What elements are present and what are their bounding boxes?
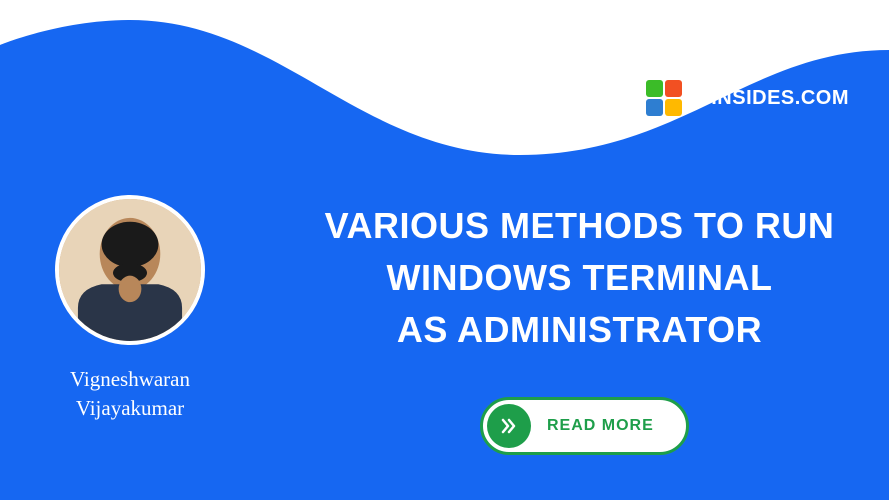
article-headline: VARIOUS METHODS TO RUN WINDOWS TERMINAL … (270, 200, 889, 357)
read-more-button[interactable]: READ MORE (480, 397, 689, 455)
author-avatar (55, 195, 205, 345)
author-block: Vigneshwaran Vijayakumar (40, 195, 220, 424)
chevron-right-icon (487, 404, 531, 448)
author-name-line2: Vijayakumar (76, 396, 184, 420)
brand-logo[interactable]: WINSIDES.COM (646, 80, 849, 116)
headline-line1: VARIOUS METHODS TO RUN (325, 205, 835, 246)
author-name: Vigneshwaran Vijayakumar (40, 365, 220, 424)
headline-line2: WINDOWS TERMINAL (387, 257, 773, 298)
headline-line3: AS ADMINISTRATOR (397, 309, 762, 350)
cta-label: READ MORE (547, 417, 654, 435)
brand-name: WINSIDES.COM (692, 87, 849, 110)
cta-container: READ MORE (480, 397, 689, 455)
author-name-line1: Vigneshwaran (70, 367, 190, 391)
windows-logo-icon (646, 80, 682, 116)
